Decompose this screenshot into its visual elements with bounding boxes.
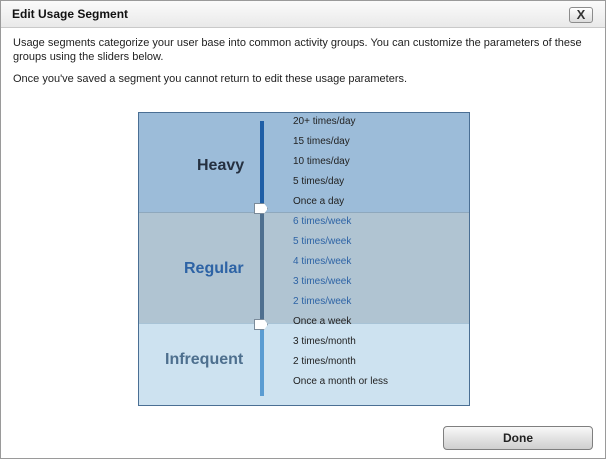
- frequency-label: 4 times/week: [293, 256, 352, 267]
- frequency-label: 2 times/week: [293, 296, 352, 307]
- frequency-label: Once a month or less: [293, 376, 389, 387]
- frequency-label: 15 times/day: [293, 136, 350, 147]
- regular-label: Regular: [184, 260, 244, 277]
- description-text: Usage segments categorize your user base…: [13, 37, 582, 63]
- frequency-label: 6 times/week: [293, 216, 352, 227]
- frequency-label: Once a week: [293, 316, 352, 327]
- dialog-title: Edit Usage Segment: [12, 7, 129, 21]
- frequency-label: 3 times/week: [293, 276, 352, 287]
- regular-slider-track: [260, 209, 264, 325]
- close-icon: X: [576, 7, 586, 22]
- frequency-label: 2 times/month: [293, 356, 356, 367]
- warning-text: Once you've saved a segment you cannot r…: [13, 73, 408, 85]
- close-button[interactable]: X: [569, 7, 593, 23]
- frequency-label: 20+ times/day: [293, 116, 356, 127]
- done-button[interactable]: Done: [443, 426, 593, 450]
- frequency-label: 3 times/month: [293, 336, 356, 347]
- edit-usage-segment-dialog: Edit Usage Segment X Usage segments cate…: [0, 0, 606, 459]
- dialog-content: Usage segments categorize your user base…: [1, 28, 605, 458]
- infrequent-label: Infrequent: [165, 351, 244, 368]
- frequency-label: Once a day: [293, 196, 345, 207]
- frequency-label: 10 times/day: [293, 156, 350, 167]
- dialog-titlebar: Edit Usage Segment X: [1, 1, 605, 28]
- infrequent-slider-track: [260, 325, 264, 396]
- frequency-label: 5 times/day: [293, 176, 345, 187]
- heavy-label: Heavy: [197, 157, 245, 174]
- usage-slider-panel: Heavy Regular Infrequent 20+ times/day 1…: [138, 112, 470, 406]
- frequency-label: 5 times/week: [293, 236, 352, 247]
- heavy-slider-track: [260, 121, 264, 209]
